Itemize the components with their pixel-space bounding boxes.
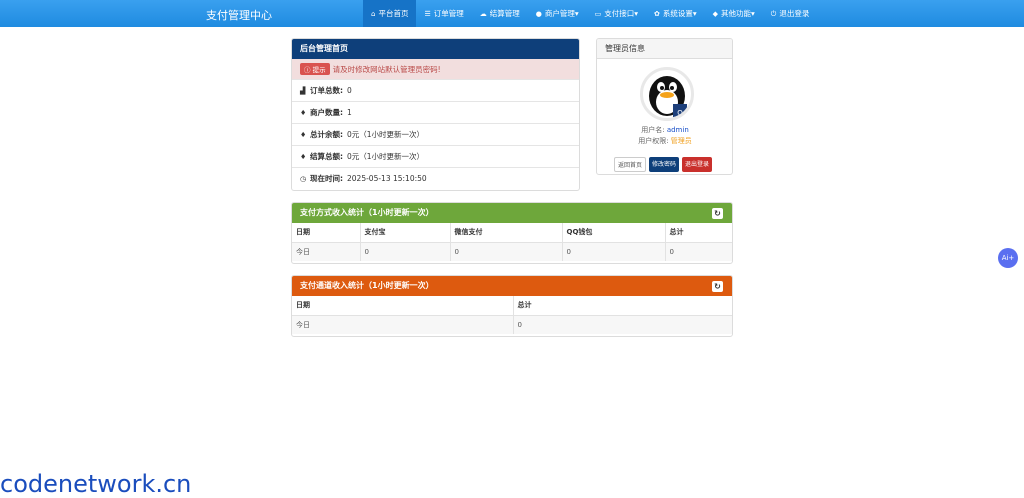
password-alert: ⓘ 提示 请及时修改网站默认管理员密码!: [292, 59, 579, 79]
home-icon: ⌂: [371, 10, 376, 18]
home-panel-title: 后台管理首页: [292, 39, 579, 59]
penguin-avatar-icon: Q: [649, 76, 687, 118]
role-label: 用户权限:: [638, 137, 669, 145]
ai-assistant-button[interactable]: Ai+: [998, 248, 1018, 268]
col-header: 日期: [292, 223, 361, 243]
nav-label: 退出登录: [779, 9, 810, 18]
admin-actions: 返回首页 修改密码 退出登录: [614, 157, 713, 172]
col-header: 总计: [665, 223, 732, 243]
table-cell: 今日: [292, 242, 361, 261]
channel-stats-panel: 支付通道收入统计（1小时更新一次） ↻ 日期 总计 今日 0: [291, 275, 733, 337]
refresh-icon[interactable]: ↻: [712, 281, 723, 292]
channel-stats-title: 支付通道收入统计（1小时更新一次） ↻: [292, 276, 732, 296]
table-row: 今日 0 0 0 0: [292, 242, 732, 261]
stat-label: 总计余额:: [310, 130, 343, 139]
brand-title[interactable]: 支付管理中心: [206, 7, 272, 23]
nav-label: 结算管理: [489, 9, 520, 18]
list-icon: ☰: [424, 10, 431, 18]
nav-item-logout[interactable]: ⏻ 退出登录: [763, 0, 818, 27]
table-cell: 0: [513, 315, 732, 334]
avatar: Q: [640, 67, 694, 121]
pay-method-table: 日期 支付宝 微信支付 QQ钱包 总计 今日 0 0 0 0: [292, 223, 732, 261]
username-value: admin: [666, 126, 689, 134]
nav-item-system-settings[interactable]: ✿ 系统设置▾: [646, 0, 705, 27]
gear-icon: ✿: [654, 10, 660, 18]
user-icon: ●: [535, 10, 542, 18]
nav-item-other[interactable]: ◆ 其他功能▾: [705, 0, 763, 27]
stat-value: 0元（1小时更新一次）: [347, 152, 425, 161]
stat-row-merchants: ♦ 商户数量: 1: [292, 101, 579, 123]
table-cell: 0: [562, 242, 666, 261]
table-cell: 0: [360, 242, 451, 261]
stat-row-time: ◷ 现在时间: 2025-05-13 15:10:50: [292, 167, 579, 189]
nav-item-orders[interactable]: ☰ 订单管理: [416, 0, 471, 27]
watermark: codenetwork.cn: [0, 470, 192, 498]
change-password-button[interactable]: 修改密码: [649, 157, 680, 172]
card-icon: ▭: [594, 10, 602, 18]
cube-icon: ◆: [712, 10, 719, 18]
stat-row-settlement: ♦ 结算总额: 0元（1小时更新一次）: [292, 145, 579, 167]
nav-label: 其他功能▾: [721, 9, 755, 18]
role-line: 用户权限: 管理员: [597, 136, 732, 146]
col-header: 总计: [513, 296, 732, 316]
table-cell: 0: [450, 242, 563, 261]
pay-method-stats-panel: 支付方式收入统计（1小时更新一次） ↻ 日期 支付宝 微信支付 QQ钱包 总计 今…: [291, 202, 733, 264]
col-header: 日期: [292, 296, 514, 316]
table-cell: 今日: [292, 315, 514, 334]
stat-row-orders: ▟ 订单总数: 0: [292, 79, 579, 101]
stat-value: 2025-05-13 15:10:50: [347, 174, 427, 183]
nav-item-merchants[interactable]: ● 商户管理▾: [528, 0, 587, 27]
stat-label: 订单总数:: [310, 86, 343, 95]
main-nav: ⌂ 平台首页 ☰ 订单管理 ☁ 结算管理 ● 商户管理▾ ▭ 支付接口▾ ✿ 系统设置▾ ◆…: [363, 0, 817, 27]
drop-icon: ♦: [300, 109, 307, 117]
col-header: 微信支付: [450, 223, 563, 243]
svg-text:Q: Q: [677, 109, 683, 117]
nav-label: 平台首页: [378, 9, 409, 18]
drop-icon: ♦: [300, 153, 307, 161]
table-row: 今日 0: [292, 315, 732, 334]
power-icon: ⏻: [770, 10, 777, 18]
bar-chart-icon: ▟: [300, 87, 306, 95]
table-cell: 0: [665, 242, 732, 261]
channel-table: 日期 总计 今日 0: [292, 296, 732, 334]
back-home-button[interactable]: 返回首页: [614, 157, 647, 172]
nav-item-pay-interface[interactable]: ▭ 支付接口▾: [587, 0, 646, 27]
nav-item-home[interactable]: ⌂ 平台首页: [363, 0, 417, 27]
stat-value: 0: [347, 86, 352, 95]
alert-tag: ⓘ 提示: [300, 63, 330, 75]
stat-value: 1: [347, 108, 352, 117]
home-panel: 后台管理首页 ⓘ 提示 请及时修改网站默认管理员密码! ▟ 订单总数: 0 ♦ 商户数量…: [291, 38, 580, 191]
username-line: 用户名: admin: [597, 125, 732, 135]
top-navbar: 支付管理中心 ⌂ 平台首页 ☰ 订单管理 ☁ 结算管理 ● 商户管理▾ ▭ 支付接口▾ ✿…: [0, 0, 1024, 27]
stat-label: 结算总额:: [310, 152, 343, 161]
nav-label: 系统设置▾: [662, 9, 697, 18]
alert-text: 请及时修改网站默认管理员密码!: [332, 65, 441, 74]
cloud-icon: ☁: [479, 10, 487, 18]
col-header: QQ钱包: [562, 223, 666, 243]
admin-panel-title: 管理员信息: [597, 39, 732, 59]
refresh-icon[interactable]: ↻: [712, 208, 723, 219]
stat-row-balance: ♦ 总计余额: 0元（1小时更新一次）: [292, 123, 579, 145]
admin-panel: 管理员信息 Q 用户名: admin 用户权限: 管理员 返回首页 修改密码 退…: [596, 38, 733, 175]
drop-icon: ♦: [300, 131, 307, 139]
nav-label: 支付接口▾: [604, 9, 638, 18]
stat-label: 现在时间:: [310, 174, 343, 183]
clock-icon: ◷: [300, 175, 307, 183]
stat-label: 商户数量:: [310, 108, 343, 117]
logout-button[interactable]: 退出登录: [682, 157, 713, 172]
nav-label: 订单管理: [433, 9, 464, 18]
col-header: 支付宝: [360, 223, 451, 243]
nav-label: 商户管理▾: [544, 9, 579, 18]
pay-method-stats-title: 支付方式收入统计（1小时更新一次） ↻: [292, 203, 732, 223]
username-label: 用户名:: [641, 126, 665, 134]
role-value: 管理员: [670, 137, 692, 145]
stat-value: 0元（1小时更新一次）: [347, 130, 425, 139]
nav-item-settlement[interactable]: ☁ 结算管理: [472, 0, 528, 27]
